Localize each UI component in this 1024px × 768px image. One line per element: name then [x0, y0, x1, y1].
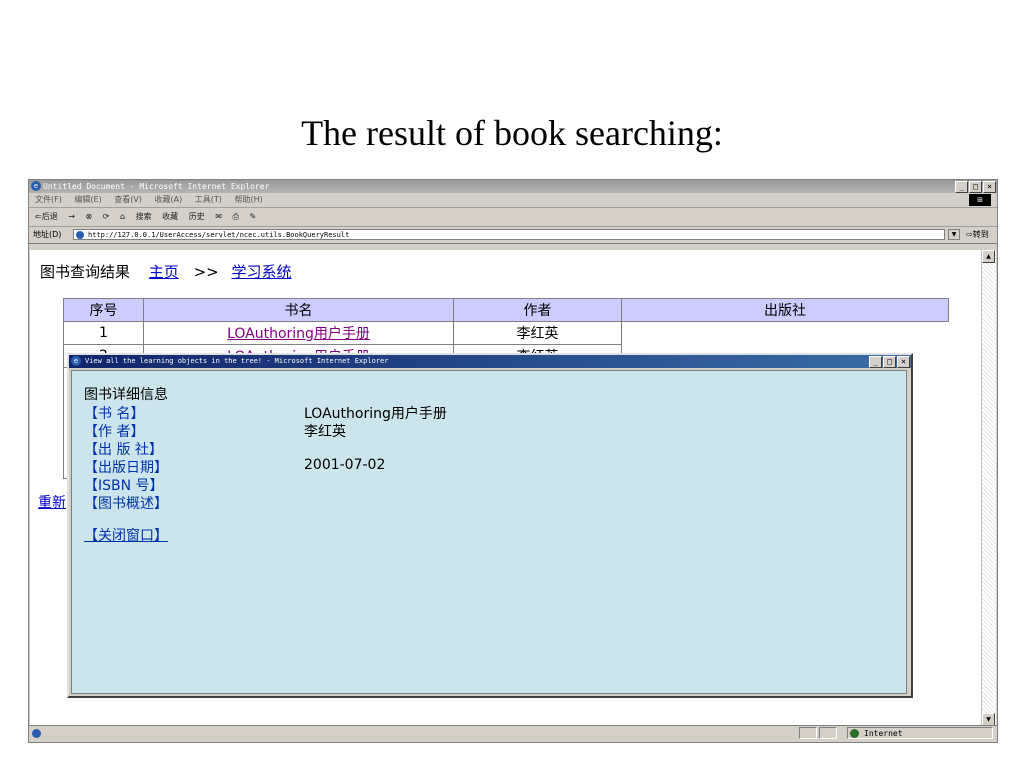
- field-label-isbn: 【ISBN 号】: [84, 478, 164, 494]
- cell-no: 1: [63, 321, 144, 345]
- address-label: 地址(D): [33, 230, 62, 239]
- go-label: 转到: [972, 230, 989, 239]
- browser-titlebar[interactable]: e Untitled Document - Microsoft Internet…: [29, 180, 997, 193]
- field-label-publisher: 【出 版 社】: [84, 442, 163, 458]
- home-icon[interactable]: ⌂: [120, 212, 125, 221]
- browser-title: Untitled Document - Microsoft Internet E…: [43, 182, 270, 191]
- ie-icon: e: [31, 181, 41, 191]
- col-header-publisher: 出版社: [621, 298, 949, 322]
- close-button[interactable]: ×: [983, 181, 996, 193]
- stop-icon[interactable]: ⊗: [86, 212, 93, 221]
- popup-window-controls: _ □ ×: [869, 355, 910, 368]
- field-value-author: 李红英: [304, 424, 346, 440]
- address-url: http://127.0.0.1/UserAccess/servlet/ncec…: [88, 231, 350, 239]
- popup-minimize-button[interactable]: _: [869, 356, 882, 368]
- popup-close-button[interactable]: ×: [897, 356, 910, 368]
- windows-logo-icon: ⊞: [969, 194, 991, 206]
- address-input[interactable]: http://127.0.0.1/UserAccess/servlet/ncec…: [73, 229, 945, 240]
- popup-titlebar[interactable]: e View all the learning objects in the t…: [69, 355, 911, 368]
- forward-button[interactable]: →: [68, 212, 75, 221]
- maximize-button[interactable]: □: [969, 181, 982, 193]
- page-icon: [76, 231, 84, 239]
- history-button[interactable]: 历史: [189, 212, 205, 221]
- field-label-title: 【书 名】: [84, 406, 145, 422]
- edit-icon[interactable]: ✎: [249, 212, 256, 221]
- menu-help[interactable]: 帮助(H): [234, 195, 262, 204]
- ie-icon: e: [71, 356, 81, 366]
- popup-window: e View all the learning objects in the t…: [67, 353, 913, 698]
- field-value-title: LOAuthoring用户手册: [304, 406, 447, 422]
- vertical-scrollbar[interactable]: ▲ ▼: [981, 250, 996, 726]
- field-label-author: 【作 者】: [84, 424, 145, 440]
- close-window-link[interactable]: 【关闭窗口】: [84, 525, 168, 545]
- col-header-author: 作者: [453, 298, 622, 322]
- cell-publisher: [622, 322, 949, 345]
- address-bar: 地址(D) http://127.0.0.1/UserAccess/servle…: [29, 227, 997, 244]
- popup-content: 图书详细信息 【书 名】 LOAuthoring用户手册 【作 者】 李红英 【…: [71, 370, 907, 694]
- field-label-date: 【出版日期】: [84, 460, 168, 476]
- globe-icon: [850, 729, 859, 738]
- requery-link[interactable]: 重新: [38, 492, 66, 512]
- field-value-date: 2001-07-02: [304, 457, 386, 473]
- status-page-icon: [32, 729, 41, 738]
- status-bar: Internet: [29, 725, 997, 742]
- menu-bar: 文件(F) 编辑(E) 查看(V) 收藏(A) 工具(T) 帮助(H) ⊞: [29, 193, 997, 208]
- address-dropdown-icon[interactable]: ▼: [948, 229, 960, 240]
- status-pane: [819, 727, 837, 739]
- home-link[interactable]: 主页: [149, 263, 179, 281]
- table-header: 序号 书名 作者 出版社: [63, 298, 949, 322]
- page-title: 图书查询结果: [40, 263, 131, 281]
- slide-title: The result of book searching:: [301, 113, 723, 153]
- system-link[interactable]: 学习系统: [232, 263, 292, 281]
- cell-author: 李红英: [453, 321, 622, 345]
- favorites-button[interactable]: 收藏: [162, 212, 178, 221]
- breadcrumb-separator: >>: [193, 263, 219, 281]
- go-arrow-icon: ⇨: [966, 230, 973, 239]
- minimize-button[interactable]: _: [955, 181, 968, 193]
- menu-file[interactable]: 文件(F): [35, 195, 62, 204]
- mail-icon[interactable]: ✉: [215, 212, 222, 221]
- print-icon[interactable]: ⎙: [233, 212, 239, 221]
- search-button[interactable]: 搜索: [136, 212, 152, 221]
- status-pane: [799, 727, 817, 739]
- window-controls: _ □ ×: [955, 180, 996, 193]
- security-zone: Internet: [847, 727, 993, 739]
- col-header-no: 序号: [63, 298, 144, 322]
- col-header-title: 书名: [143, 298, 454, 322]
- toolbar: ⇐后退 → ⊗ ⟳ ⌂ 搜索 收藏 历史 ✉ ⎙ ✎: [29, 208, 997, 227]
- cell-title: LOAuthoring用户手册: [143, 321, 454, 345]
- back-button[interactable]: ⇐后退: [35, 212, 58, 221]
- status-panes: [799, 727, 837, 739]
- scroll-up-icon[interactable]: ▲: [982, 250, 995, 263]
- book-link[interactable]: LOAuthoring用户手册: [227, 326, 370, 342]
- menu-tools[interactable]: 工具(T): [195, 195, 222, 204]
- page-heading: 图书查询结果 主页 >> 学习系统: [40, 261, 292, 282]
- menu-favorites[interactable]: 收藏(A): [155, 195, 183, 204]
- zone-label: Internet: [864, 729, 903, 738]
- go-button[interactable]: ⇨转到: [966, 227, 989, 243]
- detail-title: 图书详细信息: [84, 387, 168, 403]
- field-label-summary: 【图书概述】: [84, 496, 168, 512]
- refresh-icon[interactable]: ⟳: [103, 212, 110, 221]
- menu-edit[interactable]: 编辑(E): [74, 195, 101, 204]
- table-row: 1 LOAuthoring用户手册 李红英: [63, 321, 949, 345]
- popup-title: View all the learning objects in the tre…: [85, 357, 389, 365]
- popup-maximize-button[interactable]: □: [883, 356, 896, 368]
- menu-view[interactable]: 查看(V): [114, 195, 142, 204]
